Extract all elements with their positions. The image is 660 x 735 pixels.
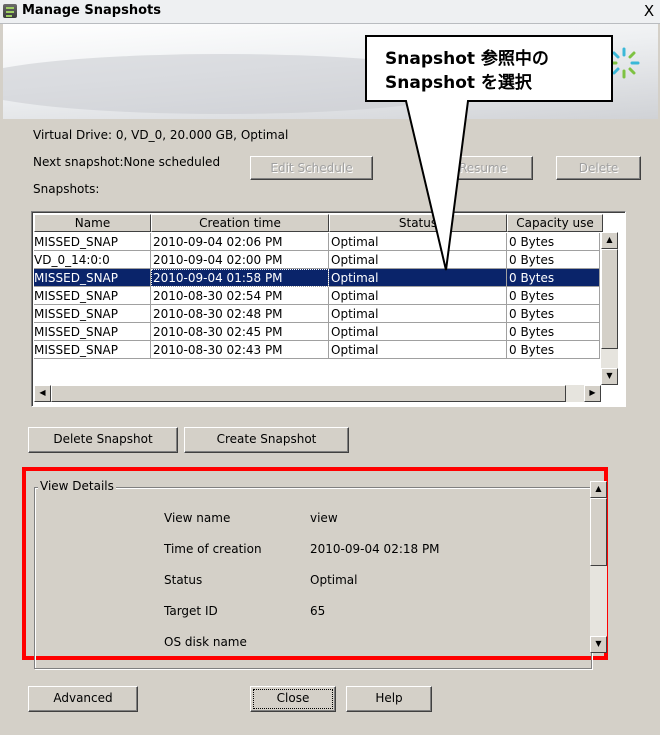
callout-text-line2: Snapshot を選択 <box>385 73 532 93</box>
annotation-callout <box>365 35 613 271</box>
callout-text-line1: Snapshot 参照中の <box>385 49 549 69</box>
manage-snapshots-window: Manage Snapshots X Virtual Drive: 0, VD_… <box>0 0 660 735</box>
